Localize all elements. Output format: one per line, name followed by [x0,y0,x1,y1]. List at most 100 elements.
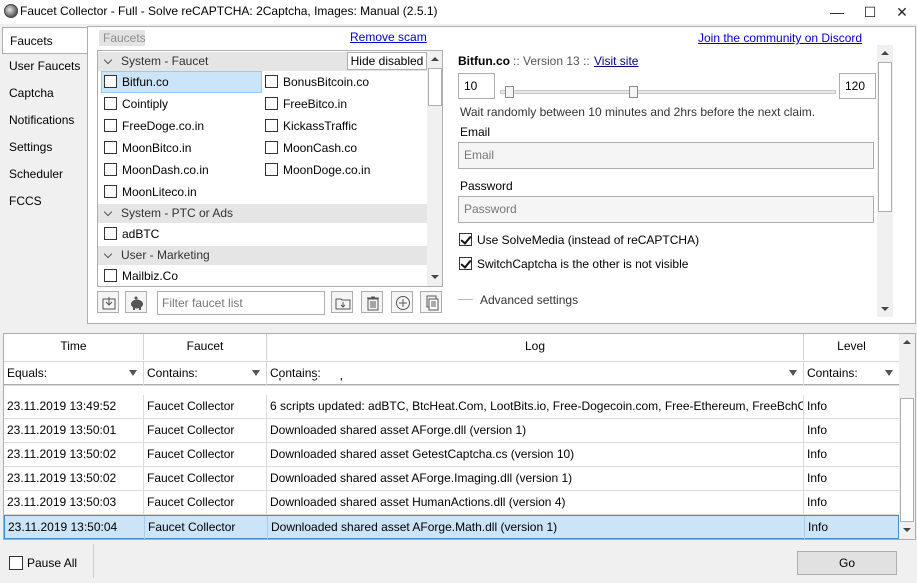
faucet-item-mooncash[interactable]: MoonCash.co [283,141,357,155]
faucet-checkbox[interactable] [104,141,117,154]
cell-faucet: Faucet Collector [145,516,268,539]
table-row[interactable]: 23.11.2019 13:50:02 Faucet Collector Dow… [4,443,899,467]
trash-icon[interactable] [361,291,383,313]
scroll-thumb[interactable] [878,62,892,212]
tab-notifications[interactable]: Notifications [2,107,88,134]
table-row[interactable]: 23.11.2019 13:49:52 Faucet Collector 6 s… [4,395,899,419]
faucet-item-kickasstraffic[interactable]: KickassTraffic [283,119,357,133]
table-row[interactable]: 23.11.2019 13:50:01 Faucet Collector Dow… [4,419,899,443]
folder-icon[interactable] [331,291,353,313]
tab-faucets[interactable]: Faucets [2,27,88,54]
faucet-item-moonliteco[interactable]: MoonLiteco.in [122,185,197,199]
min-wait-input[interactable]: 10 [458,73,495,99]
pause-all-checkbox[interactable] [9,556,23,570]
advanced-settings-expander[interactable]: Advanced settings [480,293,578,307]
faucet-list-scrollbar[interactable] [427,51,442,286]
table-row[interactable]: 23.11.2019 13:49:52 Faucet Collector Upd… [4,378,899,386]
faucet-checkbox[interactable] [265,163,278,176]
faucet-checkbox[interactable] [104,75,117,88]
cell-faucet: Faucet Collector [144,395,267,418]
detail-scrollbar[interactable] [877,45,893,317]
col-header-log[interactable]: Log [267,334,804,360]
scroll-thumb[interactable] [428,68,442,106]
table-row[interactable]: 23.11.2019 13:50:02 Faucet Collector Dow… [4,467,899,491]
faucet-checkbox[interactable] [104,269,117,282]
faucet-item-bitfun[interactable]: Bitfun.co [122,75,169,89]
scroll-down-icon[interactable] [903,528,911,532]
col-header-time[interactable]: Time [4,334,144,360]
faucet-item-moonbitco[interactable]: MoonBitco.in [122,141,191,155]
table-row-selected[interactable]: 23.11.2019 13:50:04 Faucet Collector Dow… [4,515,899,539]
scroll-down-icon[interactable] [431,275,439,279]
maximize-button[interactable]: ☐ [855,0,885,24]
password-field[interactable]: Password [458,196,874,223]
wait-slider-max-thumb[interactable] [629,86,638,98]
tab-captcha[interactable]: Captcha [2,80,88,107]
scroll-down-icon[interactable] [881,307,889,311]
faucet-checkbox[interactable] [265,141,278,154]
tab-user-faucets[interactable]: User Faucets [2,53,88,80]
go-button[interactable]: Go [797,551,897,575]
cell-log: Downloaded shared asset AForge.Imaging.d… [267,467,804,490]
faucet-checkbox[interactable] [265,75,278,88]
filter-icon[interactable] [129,370,137,376]
scroll-up-icon[interactable] [431,57,439,61]
faucet-item-adbtc[interactable]: adBTC [122,227,159,241]
group-header-user-marketing[interactable]: User - Marketing [98,246,427,265]
tab-scheduler[interactable]: Scheduler [2,161,88,188]
max-wait-input[interactable]: 120 [839,73,876,99]
faucet-list: System - Faucet Bitfun.co Cointiply Free… [97,50,443,287]
faucet-checkbox[interactable] [104,119,117,132]
col-header-level[interactable]: Level [804,334,899,360]
faucet-item-moondash[interactable]: MoonDash.co.in [122,163,209,177]
email-field[interactable]: Email [458,142,874,169]
close-button[interactable]: ✕ [887,0,917,24]
scroll-up-icon[interactable] [881,51,889,55]
faucet-item-cointiply[interactable]: Cointiply [122,97,168,111]
hide-disabled-button[interactable]: Hide disabled [347,52,427,70]
faucet-checkbox[interactable] [104,185,117,198]
filter-icon[interactable] [252,370,260,376]
cell-faucet: Faucet Collector [144,419,267,442]
faucet-item-moondoge[interactable]: MoonDoge.co.in [283,163,370,177]
wait-slider-track[interactable] [500,90,836,94]
cell-level: Info [807,471,828,485]
piggy-bank-icon[interactable] [125,291,147,313]
tab-strip: Faucets User Faucets Captcha Notificatio… [0,26,88,324]
faucet-name: Bitfun.co [458,54,510,68]
table-row[interactable]: 23.11.2019 13:50:03 Faucet Collector Dow… [4,491,899,515]
scroll-thumb[interactable] [900,398,914,522]
tab-fccs[interactable]: FCCS [2,188,88,215]
faucet-checkbox[interactable] [104,97,117,110]
tab-settings[interactable]: Settings [2,134,88,161]
wait-slider-min-thumb[interactable] [505,86,514,98]
filter-icon[interactable] [885,370,893,376]
cell-level: Info [808,520,829,534]
faucet-item-mailbiz[interactable]: Mailbiz.Co [122,269,178,283]
solvemedia-label: Use SolveMedia (instead of reCAPTCHA) [477,233,700,247]
copy-icon[interactable] [420,291,442,313]
collapse-chevron-icon [103,207,113,217]
faucet-checkbox[interactable] [265,97,278,110]
scroll-up-icon[interactable] [903,340,911,344]
filter-icon[interactable] [789,370,797,376]
faucet-item-freedoge[interactable]: FreeDoge.co.in [122,119,204,133]
visit-site-link[interactable]: Visit site [594,54,638,68]
group-header-system-ptc[interactable]: System - PTC or Ads [98,204,427,223]
minimize-button[interactable]: — [822,0,852,24]
switchcaptcha-checkbox[interactable] [459,257,472,270]
cell-faucet: Faucet Collector [144,467,267,490]
faucet-checkbox[interactable] [104,163,117,176]
add-icon[interactable] [391,291,413,313]
remove-scam-link[interactable]: Remove scam [350,30,427,44]
discord-link[interactable]: Join the community on Discord [698,31,862,45]
import-icon[interactable] [97,291,119,313]
log-scrollbar[interactable] [899,334,915,539]
solvemedia-checkbox[interactable] [459,233,472,246]
faucet-checkbox[interactable] [265,119,278,132]
faucet-item-freebitco[interactable]: FreeBitco.in [283,97,347,111]
faucet-item-bonusbitcoin[interactable]: BonusBitcoin.co [283,75,369,89]
faucet-checkbox[interactable] [104,227,117,240]
col-header-faucet[interactable]: Faucet [144,334,267,360]
filter-faucet-input[interactable]: Filter faucet list [157,291,325,315]
